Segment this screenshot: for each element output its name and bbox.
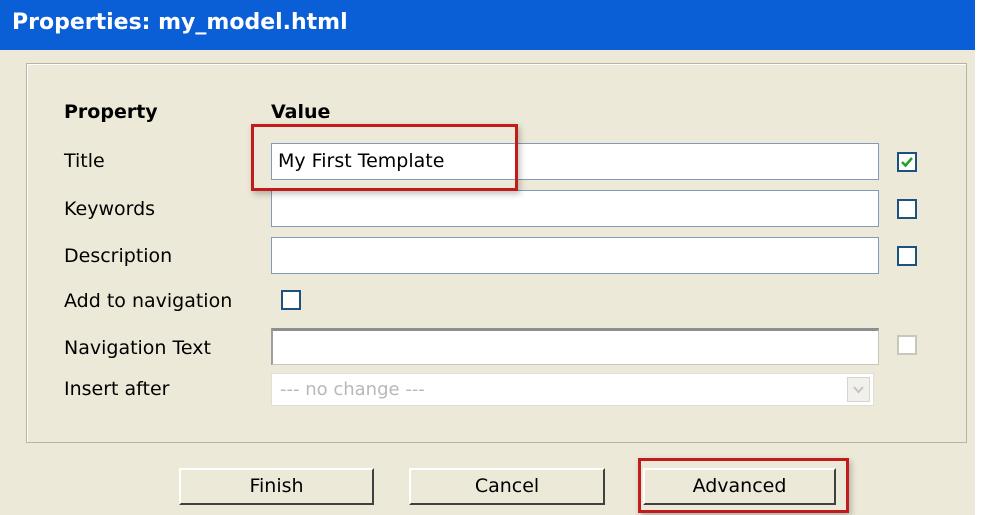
keywords-field[interactable] xyxy=(271,190,879,227)
description-checkbox[interactable] xyxy=(897,246,917,266)
keywords-label: Keywords xyxy=(64,198,156,220)
header-value: Value xyxy=(271,101,331,123)
window-title: Properties: my_model.html xyxy=(12,10,348,35)
title-highlight-box xyxy=(251,124,518,191)
navigation-text-checkbox[interactable] xyxy=(897,335,917,355)
add-to-navigation-label: Add to navigation xyxy=(64,290,233,312)
description-label: Description xyxy=(64,245,173,267)
navigation-text-field[interactable] xyxy=(271,328,879,365)
insert-after-label: Insert after xyxy=(64,378,170,400)
title-checkbox[interactable] xyxy=(897,152,917,172)
checkmark-icon xyxy=(901,157,913,168)
finish-button[interactable]: Finish xyxy=(179,468,374,505)
keywords-checkbox[interactable] xyxy=(897,199,917,219)
window-edge xyxy=(975,0,984,515)
header-property: Property xyxy=(64,101,158,123)
add-to-navigation-checkbox[interactable] xyxy=(281,290,301,310)
advanced-highlight-box xyxy=(638,458,849,513)
navigation-text-label: Navigation Text xyxy=(64,337,211,359)
chevron-down-icon[interactable] xyxy=(847,377,870,402)
insert-after-select[interactable]: --- no change --- xyxy=(271,373,874,406)
cancel-button[interactable]: Cancel xyxy=(409,468,605,505)
insert-after-selected: --- no change --- xyxy=(280,379,425,400)
title-label: Title xyxy=(64,150,105,172)
description-field[interactable] xyxy=(271,237,879,274)
title-bar: Properties: my_model.html xyxy=(0,0,975,50)
